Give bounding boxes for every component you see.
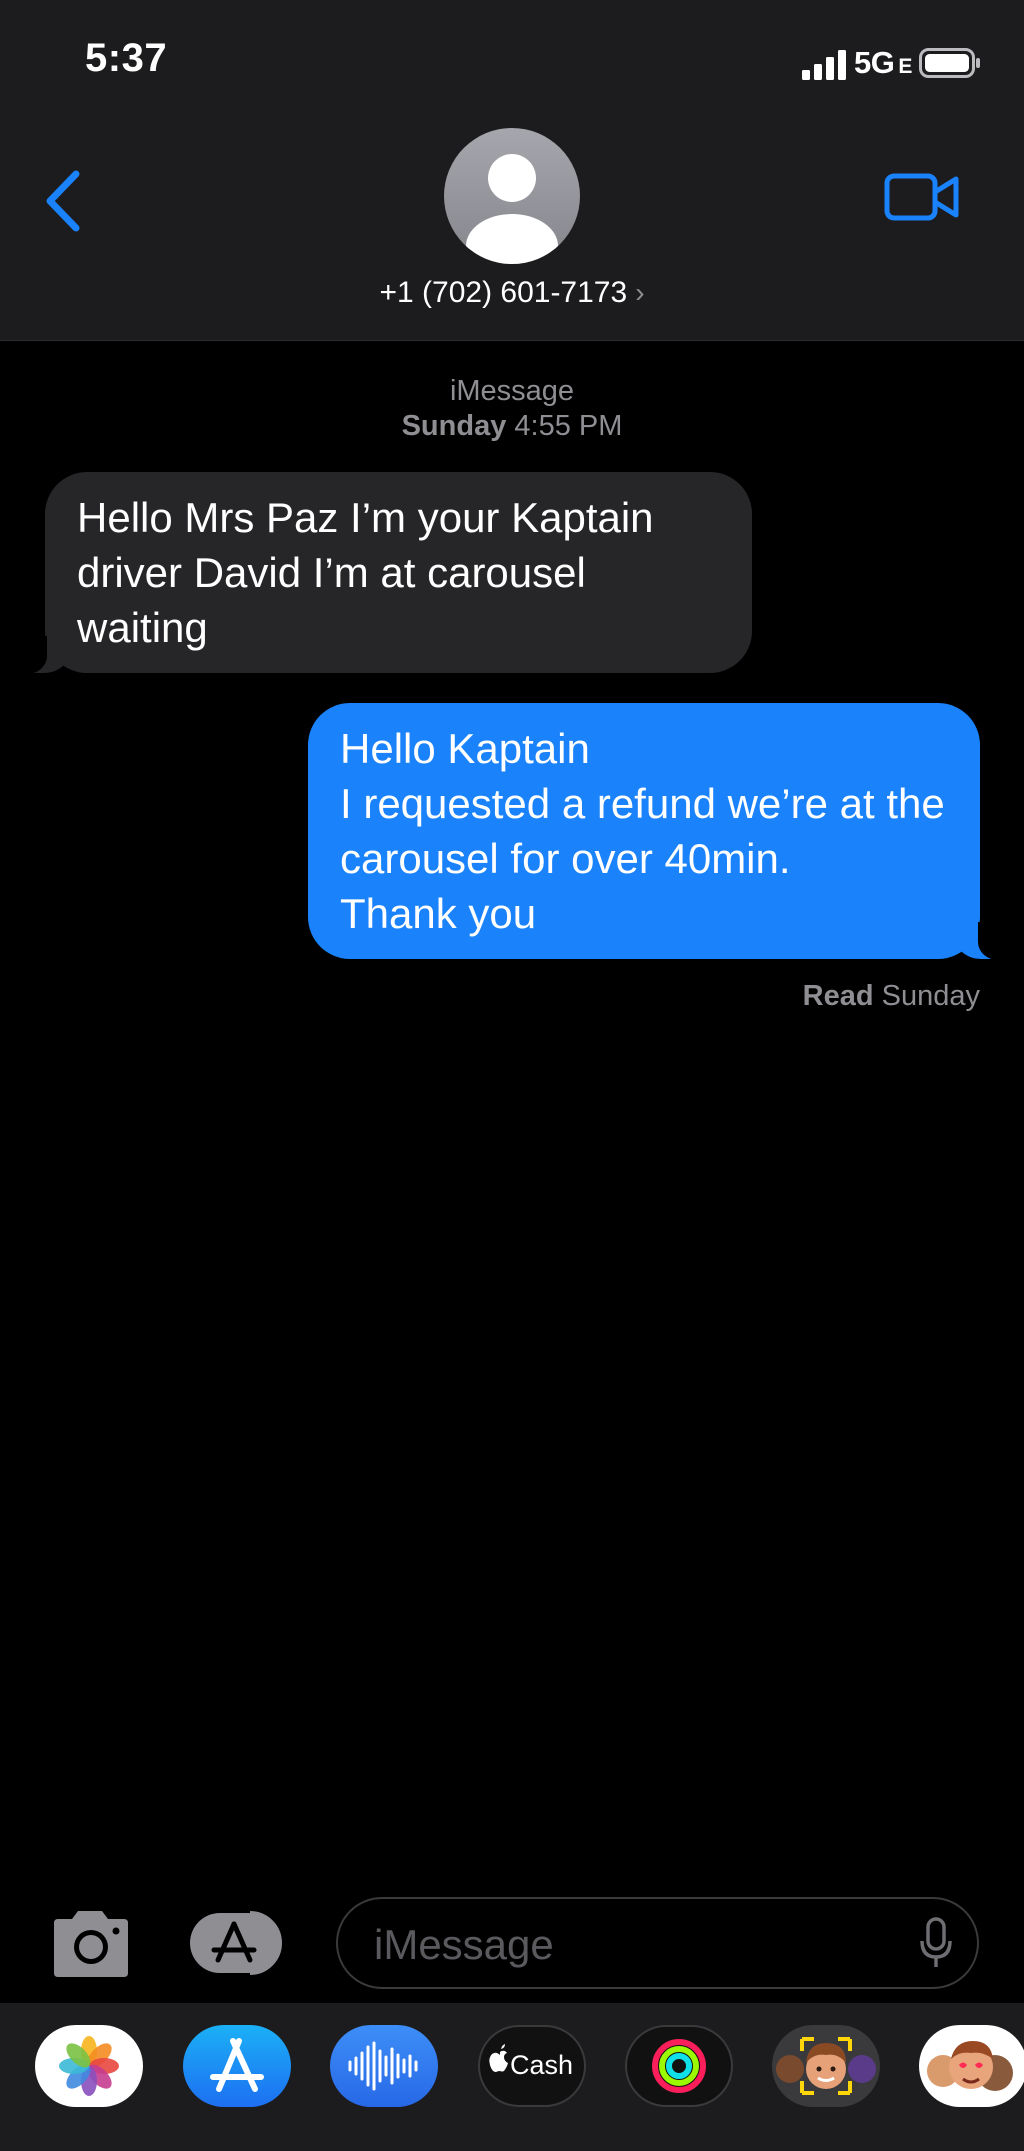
app-drawer: Cash xyxy=(0,2003,1024,2151)
back-chevron-icon[interactable] xyxy=(42,168,88,234)
message-input[interactable]: iMessage xyxy=(336,1897,979,1989)
photos-icon xyxy=(59,2036,119,2096)
app-store-icon xyxy=(210,2038,264,2092)
contact-avatar[interactable] xyxy=(444,128,580,264)
camera-icon[interactable] xyxy=(48,1907,132,1979)
service-label: iMessage xyxy=(449,375,575,407)
status-time: 5:37 xyxy=(85,36,168,80)
app-photos[interactable] xyxy=(35,2025,143,2107)
message-text: Hello Mrs Paz I’m your Kaptain driver Da… xyxy=(77,494,654,651)
waveform-icon xyxy=(348,2041,418,2091)
receipt-time: Sunday xyxy=(881,980,980,1012)
person-silhouette-icon xyxy=(466,154,558,264)
app-audio-message[interactable] xyxy=(330,2025,438,2107)
receipt-status: Read xyxy=(802,980,874,1012)
video-call-icon[interactable] xyxy=(884,170,960,224)
app-memoji-stickers[interactable] xyxy=(919,2025,1024,2107)
thread-timestamp: Sunday 4:55 PM xyxy=(0,408,1024,444)
cellular-signal-icon xyxy=(802,50,846,80)
network-suffix: E xyxy=(898,55,912,78)
contact-phone-number: +1 (702) 601-7173 xyxy=(379,276,628,309)
conversation-header: +1 (702) 601-7173 › xyxy=(0,120,1024,341)
memoji-stickers-icon xyxy=(927,2041,1013,2091)
app-activity[interactable] xyxy=(625,2025,733,2107)
microphone-icon[interactable] xyxy=(919,1917,953,1969)
battery-icon xyxy=(919,48,980,78)
network-indicator: 5G E xyxy=(854,45,912,81)
app-apple-cash[interactable]: Cash xyxy=(478,2025,586,2107)
outgoing-message-bubble[interactable]: Hello Kaptain I requested a refund we’re… xyxy=(308,703,1006,960)
message-text: Hello Kaptain I requested a refund we’re… xyxy=(340,725,945,937)
app-store-drawer-icon[interactable] xyxy=(190,1910,290,1976)
activity-rings-icon xyxy=(652,2039,706,2093)
incoming-message-bubble[interactable]: Hello Mrs Paz I’m your Kaptain driver Da… xyxy=(19,472,752,674)
chevron-right-icon: › xyxy=(635,277,645,308)
apple-cash-icon: Cash xyxy=(489,2044,573,2080)
apple-cash-label: Cash xyxy=(510,2050,573,2080)
status-bar: 5:37 5G E xyxy=(0,0,1024,120)
contact-name-button[interactable]: +1 (702) 601-7173 › xyxy=(0,276,1024,310)
memoji-icon xyxy=(776,2037,876,2095)
read-receipt: Read Sunday xyxy=(803,980,980,1013)
timestamp-day: Sunday xyxy=(401,410,507,442)
app-app-store[interactable] xyxy=(183,2025,291,2107)
network-type: 5G xyxy=(854,45,895,80)
message-input-placeholder: iMessage xyxy=(374,1921,554,1968)
app-memoji[interactable] xyxy=(772,2025,880,2107)
timestamp-time: 4:55 PM xyxy=(514,410,623,442)
